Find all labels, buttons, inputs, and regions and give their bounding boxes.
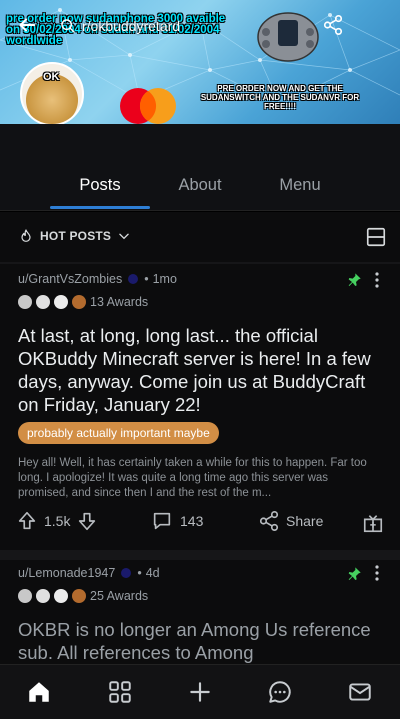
tab-about[interactable]: About	[178, 176, 221, 195]
subreddit-tabs: Posts About Menu	[0, 124, 400, 210]
award-icon	[72, 295, 86, 309]
comments-button[interactable]: 143	[150, 510, 203, 532]
sort-label: HOT POSTS	[40, 229, 112, 243]
post-author[interactable]: u/GrantVsZombies	[18, 272, 122, 286]
sort-bar: HOT POSTS	[0, 212, 400, 262]
award-icon	[18, 295, 32, 309]
post-meta: u/Lemonade1947 • 4d	[18, 566, 160, 580]
award-icon	[54, 295, 68, 309]
downvote-icon[interactable]	[76, 510, 98, 532]
vote-controls: 1.5k	[16, 510, 98, 532]
post-card[interactable]: u/GrantVsZombies • 1mo 13 Awards At last…	[0, 264, 400, 550]
doge-text: OK	[43, 71, 60, 83]
awards-row[interactable]: 25 Awards	[18, 589, 148, 603]
tab-menu[interactable]: Menu	[279, 176, 320, 195]
meta-separator: •	[137, 566, 142, 580]
chat-icon[interactable]	[267, 679, 293, 705]
banner-mastercard-logo	[120, 88, 176, 124]
award-icon	[36, 295, 50, 309]
awards-row[interactable]: 13 Awards	[18, 295, 148, 309]
share-icon[interactable]	[322, 14, 344, 36]
post-meta: u/GrantVsZombies • 1mo	[18, 272, 177, 286]
award-icon	[36, 589, 50, 603]
award-icon	[54, 589, 68, 603]
more-options-icon[interactable]	[372, 564, 382, 582]
pin-icon	[348, 273, 361, 286]
post-age: 1mo	[152, 272, 177, 286]
post-age: 4d	[145, 566, 160, 580]
sort-dropdown[interactable]: HOT POSTS	[18, 228, 131, 244]
comment-icon	[153, 512, 171, 530]
awards-count: 13 Awards	[90, 295, 149, 309]
share-label: Share	[286, 513, 324, 529]
post-body[interactable]: Hey all! Well, it has certainly taken a …	[18, 456, 380, 501]
award-icon	[18, 589, 32, 603]
banner-promo-text: PRE ORDER NOW AND GET THE SUDANSWITCH AN…	[200, 84, 360, 111]
top-app-bar: r/okbuddyretard	[0, 8, 400, 42]
flame-icon	[21, 229, 31, 242]
pin-icon	[348, 567, 361, 580]
award-give-icon[interactable]	[362, 512, 384, 534]
user-flair-icon	[121, 568, 132, 578]
meta-separator: •	[144, 272, 149, 286]
comment-count: 143	[180, 513, 204, 529]
view-layout-icon[interactable]	[365, 226, 387, 248]
post-title[interactable]: At last, at long, long last... the offic…	[18, 324, 378, 416]
divider	[0, 550, 400, 560]
more-options-icon[interactable]	[372, 271, 382, 289]
share-button[interactable]: Share	[258, 510, 323, 532]
awards-count: 25 Awards	[90, 589, 149, 603]
banner-doge-image: OK	[20, 62, 84, 124]
chevron-down-icon	[119, 233, 129, 240]
share-icon	[259, 511, 279, 531]
bottom-navigation	[0, 664, 400, 719]
inbox-icon[interactable]	[347, 679, 373, 705]
upvote-icon[interactable]	[16, 510, 38, 532]
post-actions: 1.5k 143 Share	[0, 510, 400, 540]
tab-posts[interactable]: Posts	[79, 176, 120, 195]
divider	[0, 210, 400, 211]
award-icon	[72, 589, 86, 603]
subreddit-search-bar[interactable]: r/okbuddyretard	[60, 16, 180, 36]
create-post-icon[interactable]	[187, 679, 213, 705]
user-flair-icon	[128, 274, 139, 284]
home-icon[interactable]	[26, 679, 52, 705]
post-flair[interactable]: probably actually important maybe	[18, 422, 219, 444]
back-arrow-icon[interactable]	[16, 14, 38, 36]
vote-count: 1.5k	[44, 513, 71, 529]
communities-icon[interactable]	[107, 679, 133, 705]
post-title[interactable]: OKBR is no longer an Among Us reference …	[18, 618, 378, 664]
post-author[interactable]: u/Lemonade1947	[18, 566, 115, 580]
post-card[interactable]: u/Lemonade1947 • 4d 25 Awards OKBR is no…	[0, 560, 400, 664]
search-icon	[61, 19, 75, 33]
active-tab-indicator	[50, 206, 150, 209]
subreddit-banner: pre order now sudanphone 3000 avaible on…	[0, 0, 400, 124]
subreddit-name: r/okbuddyretard	[82, 18, 181, 34]
